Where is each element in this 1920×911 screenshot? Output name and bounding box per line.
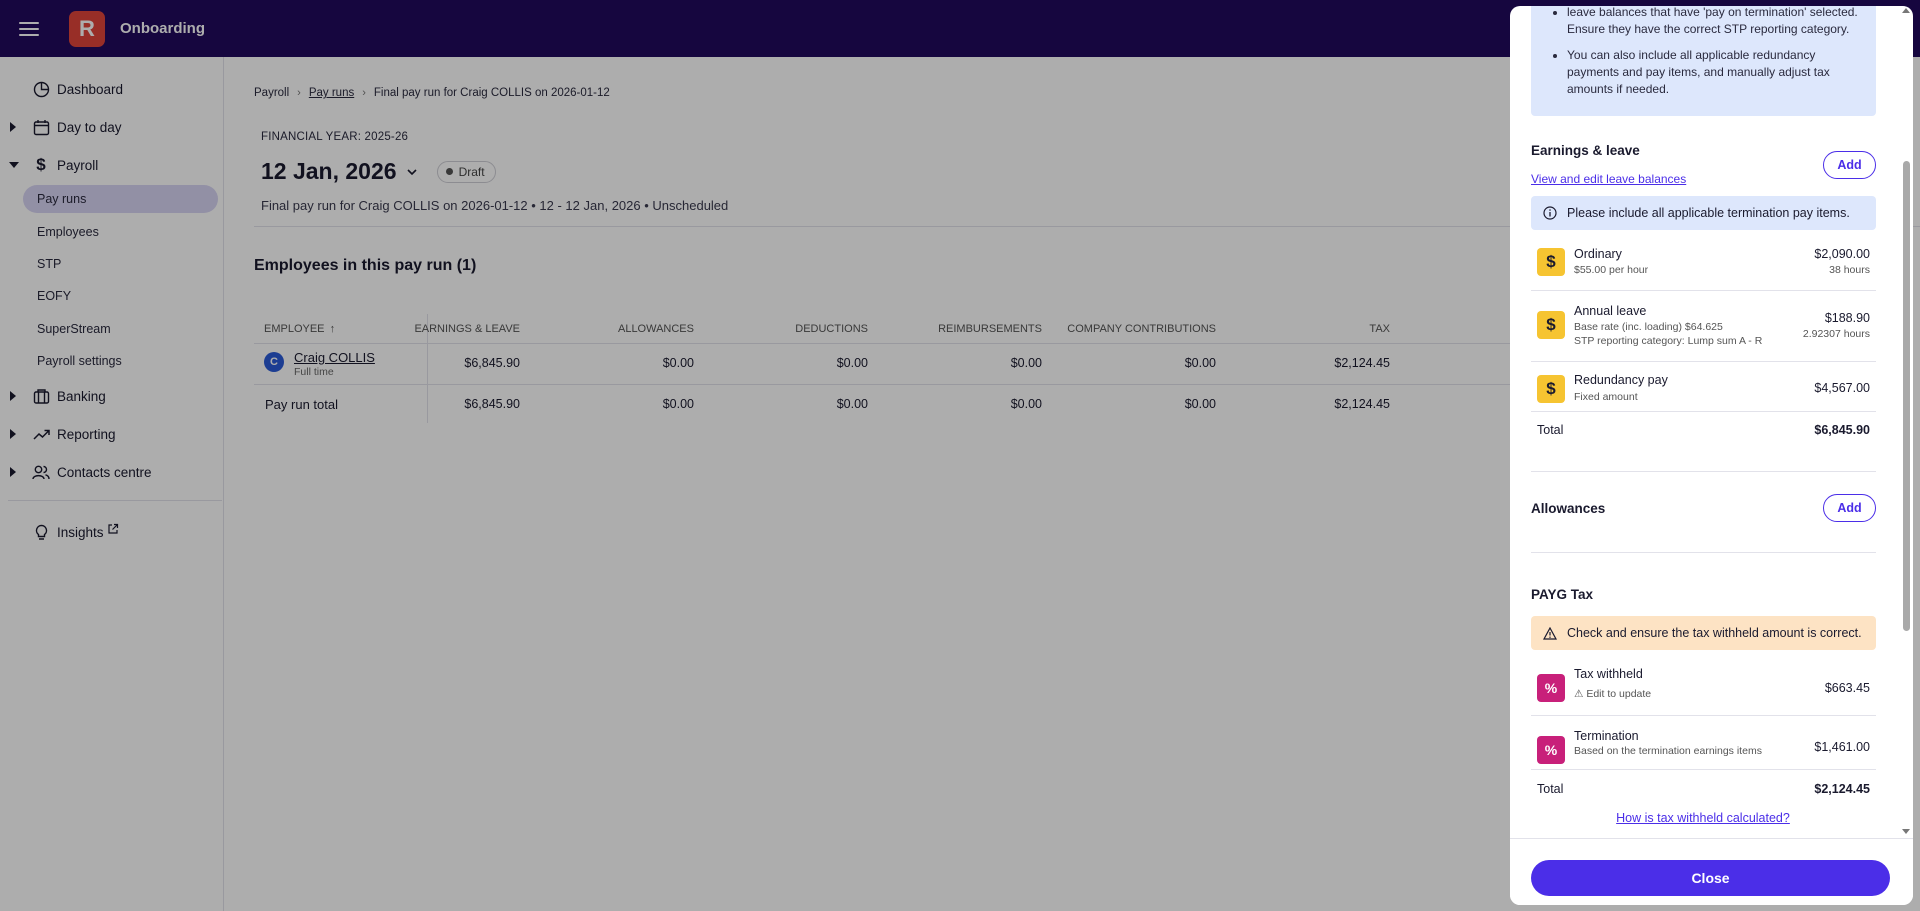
pay-item-desc: ⚠ Edit to update — [1574, 688, 1652, 700]
pay-item-name: Ordinary — [1574, 247, 1622, 261]
pay-item-amount: $2,090.00 — [1814, 247, 1870, 261]
tax-title: PAYG Tax — [1531, 587, 1594, 602]
pay-item-amount: $1,461.00 — [1814, 740, 1870, 754]
warning-icon — [1543, 626, 1557, 640]
pay-item-tax-withheld[interactable]: % Tax withheld ⚠ Edit to update $663.45 — [1531, 660, 1876, 714]
divider — [1531, 769, 1876, 770]
close-button[interactable]: Close — [1531, 860, 1890, 896]
pay-item-desc: Base rate (inc. loading) $64.625 — [1574, 321, 1723, 333]
info-bullet: You can also include all applicable redu… — [1567, 47, 1862, 98]
drawer-footer: Close — [1510, 838, 1913, 905]
drawer-content[interactable]: leave balances that have 'pay on termina… — [1510, 6, 1913, 838]
scrollbar-thumb[interactable] — [1903, 161, 1910, 631]
pay-item-name: Termination — [1574, 729, 1639, 743]
divider — [1531, 715, 1876, 716]
total-value: $2,124.45 — [1814, 782, 1870, 796]
pay-item-annual-leave[interactable]: $ Annual leave Base rate (inc. loading) … — [1531, 296, 1876, 364]
dollar-icon: $ — [1537, 311, 1565, 339]
pay-item-hours: 38 hours — [1829, 264, 1870, 276]
pay-item-hours: 2.92307 hours — [1802, 328, 1870, 340]
alert-text: Please include all applicable terminatio… — [1567, 206, 1850, 220]
earnings-alert: Please include all applicable terminatio… — [1531, 196, 1876, 230]
pay-item-ordinary[interactable]: $ Ordinary $55.00 per hour $2,090.00 38 … — [1531, 240, 1876, 290]
pay-item-name: Redundancy pay — [1574, 373, 1668, 387]
divider — [1531, 361, 1876, 362]
scroll-down-icon[interactable] — [1902, 829, 1910, 834]
pay-item-desc: Fixed amount — [1574, 391, 1638, 403]
add-allowance-button[interactable]: Add — [1823, 494, 1876, 522]
total-label: Total — [1537, 423, 1564, 437]
dollar-icon: $ — [1537, 375, 1565, 403]
pay-item-desc: Based on the termination earnings items — [1574, 745, 1762, 757]
total-label: Total — [1537, 782, 1564, 796]
pay-item-termination[interactable]: % Termination Based on the termination e… — [1531, 722, 1876, 774]
tax-calculation-link[interactable]: How is tax withheld calculated? — [1510, 811, 1896, 825]
pay-item-desc: $55.00 per hour — [1574, 264, 1649, 276]
scroll-up-icon[interactable] — [1902, 8, 1910, 13]
pay-item-amount: $4,567.00 — [1814, 381, 1870, 395]
pay-item-amount: $188.90 — [1824, 311, 1870, 325]
info-bullet: leave balances that have 'pay on termina… — [1567, 6, 1862, 38]
pay-details-drawer: leave balances that have 'pay on termina… — [1510, 6, 1913, 905]
drawer-scrollbar[interactable] — [1899, 6, 1913, 838]
pay-item-name: Annual leave — [1574, 304, 1647, 318]
divider — [1531, 471, 1876, 472]
divider — [1531, 290, 1876, 291]
tax-alert: Check and ensure the tax withheld amount… — [1531, 616, 1876, 650]
earnings-total: Total $6,845.90 — [1537, 423, 1870, 437]
info-icon — [1543, 206, 1557, 220]
pay-item-name: Tax withheld — [1574, 667, 1643, 681]
allowances-title: Allowances — [1531, 501, 1606, 516]
total-value: $6,845.90 — [1814, 423, 1870, 437]
tax-total: Total $2,124.45 — [1537, 782, 1870, 796]
pay-item-redundancy[interactable]: $ Redundancy pay Fixed amount $4,567.00 — [1531, 366, 1876, 416]
divider — [1531, 552, 1876, 553]
pay-item-amount: $663.45 — [1824, 681, 1870, 695]
alert-text: Check and ensure the tax withheld amount… — [1567, 626, 1862, 640]
percent-icon: % — [1537, 674, 1565, 702]
pay-item-desc: STP reporting category: Lump sum A - R — [1574, 335, 1763, 347]
divider — [1531, 411, 1876, 412]
percent-icon: % — [1537, 736, 1565, 764]
info-box: leave balances that have 'pay on termina… — [1531, 6, 1876, 116]
add-earnings-button[interactable]: Add — [1823, 151, 1876, 179]
view-leave-balances-link[interactable]: View and edit leave balances — [1531, 172, 1686, 186]
dollar-icon: $ — [1537, 248, 1565, 276]
earnings-title: Earnings & leave — [1531, 143, 1640, 158]
